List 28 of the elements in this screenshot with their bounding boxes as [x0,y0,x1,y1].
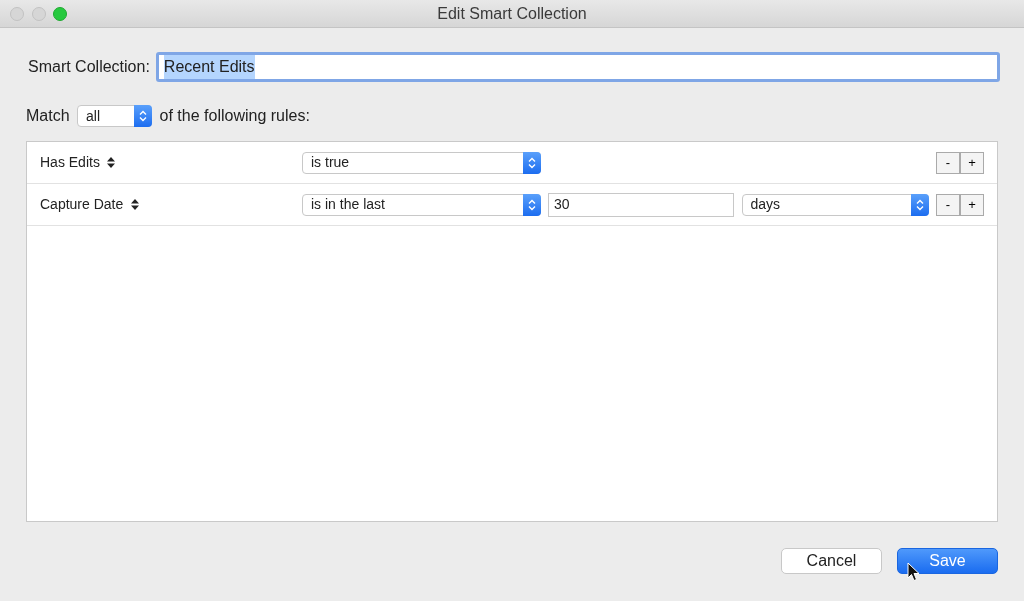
remove-rule-button[interactable]: - [936,151,960,174]
chevron-icon [523,151,541,174]
updown-arrow-icon [130,199,139,210]
chevron-icon [910,193,929,216]
zoom-window-icon[interactable] [53,7,67,21]
chevron-icon [134,105,153,127]
add-rule-button[interactable]: + [960,151,984,174]
operator-dropdown[interactable]: is in the last [302,193,541,216]
window-title: Edit Smart Collection [437,3,587,24]
add-rule-button[interactable]: + [960,193,984,216]
value-field[interactable]: 30 [548,192,734,217]
unit-dropdown[interactable]: days [741,193,929,216]
remove-rule-button[interactable]: - [936,193,960,216]
operator-dropdown[interactable]: is true [302,151,541,174]
save-button[interactable]: Save [897,548,998,574]
updown-arrow-icon [107,157,116,168]
chevron-icon [523,193,541,216]
mouse-pointer-icon [907,562,920,582]
cancel-button[interactable]: Cancel [781,548,882,574]
match-label: Match [26,106,70,126]
collection-name-field[interactable]: Recent Edits [155,52,1000,82]
rule-field-dropdown[interactable]: Has Edits [40,152,302,173]
close-window-icon[interactable] [10,7,24,21]
match-suffix-label: of the following rules: [159,106,310,126]
field-label: Smart Collection: [28,57,150,77]
minimize-window-icon[interactable] [31,7,46,21]
match-dropdown[interactable]: all [77,105,153,127]
rule-field-dropdown[interactable]: Capture Date [40,194,302,215]
